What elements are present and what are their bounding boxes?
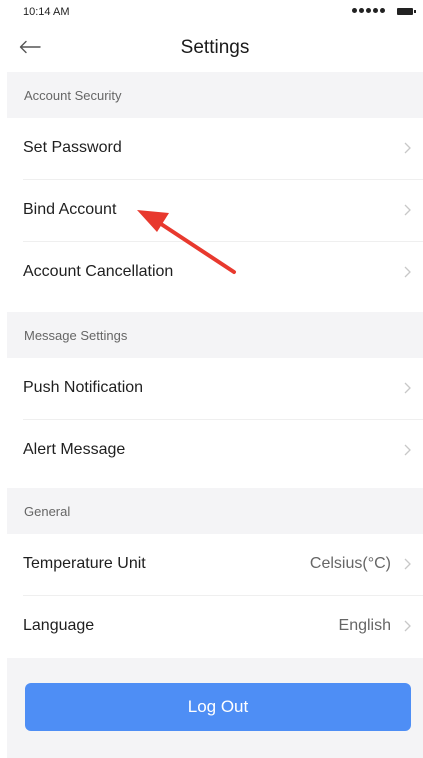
status-bar: 10:14 AM xyxy=(7,0,423,26)
settings-item-label: Alert Message xyxy=(23,441,126,458)
settings-item-bind-account[interactable]: Bind Account xyxy=(7,180,423,242)
section-title: General xyxy=(24,504,71,519)
settings-item-temperature-unit[interactable]: Temperature Unit Celsius(°C) xyxy=(7,534,423,596)
status-time: 10:14 AM xyxy=(23,6,70,18)
page-title: Settings xyxy=(180,37,250,58)
settings-item-alert-message[interactable]: Alert Message xyxy=(7,420,423,482)
settings-item-label: Set Password xyxy=(23,139,122,156)
settings-item-value: Celsius(°C) xyxy=(309,555,391,572)
settings-item-set-password[interactable]: Set Password xyxy=(7,118,423,180)
chevron-right-icon xyxy=(404,142,411,154)
chevron-right-icon xyxy=(404,382,411,394)
settings-item-label: Bind Account xyxy=(23,201,117,218)
chevron-right-icon xyxy=(404,620,411,632)
section-title: Message Settings xyxy=(24,328,128,343)
settings-item-label: Push Notification xyxy=(23,379,144,396)
settings-item-label: Account Cancellation xyxy=(23,263,174,280)
battery-icon xyxy=(397,8,416,15)
signal-dots-icon xyxy=(352,8,385,13)
settings-item-label: Temperature Unit xyxy=(23,555,146,572)
chevron-right-icon xyxy=(404,266,411,278)
section-header-account-security: Account Security xyxy=(7,72,423,118)
chevron-right-icon xyxy=(404,204,411,216)
nav-bar: Settings xyxy=(7,26,423,72)
settings-item-push-notification[interactable]: Push Notification xyxy=(7,358,423,420)
section-header-general: General xyxy=(7,488,423,534)
settings-item-value: English xyxy=(338,617,391,634)
settings-item-label: Language xyxy=(23,617,95,634)
settings-item-account-cancellation[interactable]: Account Cancellation xyxy=(7,242,423,304)
section-header-message-settings: Message Settings xyxy=(7,312,423,358)
logout-button[interactable]: Log Out xyxy=(25,683,411,731)
chevron-right-icon xyxy=(404,558,411,570)
chevron-right-icon xyxy=(404,444,411,456)
settings-screen: 10:14 AM Settings Account Security Set P… xyxy=(7,0,423,758)
settings-item-language[interactable]: Language English xyxy=(7,596,423,658)
section-title: Account Security xyxy=(24,88,122,103)
